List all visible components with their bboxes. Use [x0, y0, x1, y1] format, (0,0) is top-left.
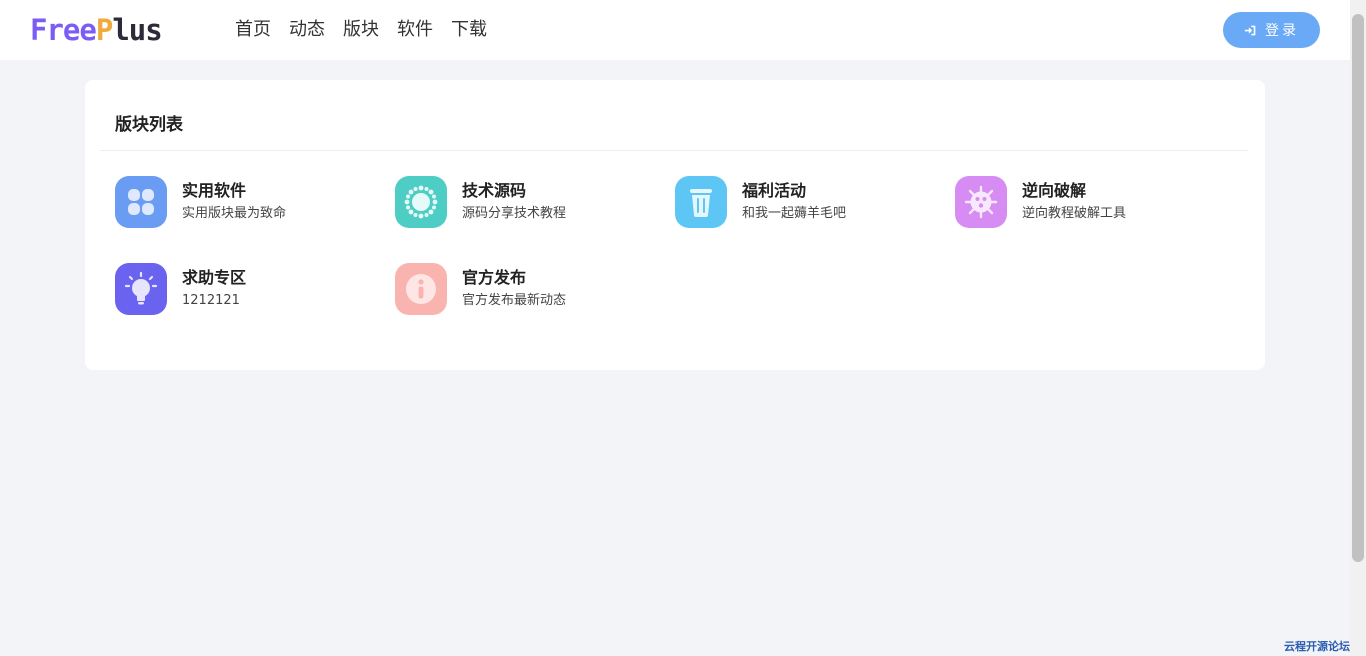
sign-in-icon — [1244, 24, 1257, 37]
forum-name[interactable]: 技术源码 — [462, 180, 566, 202]
forum-name[interactable]: 官方发布 — [462, 267, 566, 289]
nav-item-software[interactable]: 软件 — [397, 18, 433, 42]
nav-item-feed[interactable]: 动态 — [289, 18, 325, 42]
section-title: 版块列表 — [115, 115, 183, 135]
forum-name[interactable]: 实用软件 — [182, 180, 286, 202]
virus-icon — [955, 176, 1007, 228]
top-navbar: Free Plus 首页 动态 版块 软件 下载 登录 — [0, 0, 1350, 60]
forum-desc: 官方发布最新动态 — [462, 293, 567, 308]
forum-list-card: 版块列表 实用软件 实用版块最为致命 技术源码 源码分享技术教程 福利活动 和我… — [85, 80, 1265, 370]
logo[interactable]: Free Plus — [30, 13, 163, 47]
nav-item-home[interactable]: 首页 — [235, 18, 271, 42]
info-icon — [395, 263, 447, 315]
forum-item-tech-source[interactable]: 技术源码 源码分享技术教程 — [395, 176, 655, 228]
forum-desc: 1212121 — [182, 293, 240, 308]
forum-item-help[interactable]: 求助专区 1212121 — [115, 263, 375, 315]
four-petal-icon — [115, 176, 167, 228]
forum-item-useful-software[interactable]: 实用软件 实用版块最为致命 — [115, 176, 375, 228]
forum-name[interactable]: 逆向破解 — [1022, 180, 1126, 202]
forum-desc: 和我一起薅羊毛吧 — [742, 206, 847, 221]
watermark: 云程开源论坛 — [1284, 640, 1350, 653]
forum-item-reverse-crack[interactable]: 逆向破解 逆向教程破解工具 — [955, 176, 1215, 228]
logo-text-part2: P — [95, 13, 113, 47]
trash-can-icon — [675, 176, 727, 228]
main-nav: 首页 动态 版块 软件 下载 — [235, 18, 505, 42]
login-label: 登录 — [1265, 23, 1299, 39]
divider — [100, 150, 1248, 151]
logo-text-part3: lus — [112, 13, 162, 47]
forum-item-welfare[interactable]: 福利活动 和我一起薅羊毛吧 — [675, 176, 935, 228]
nav-item-download[interactable]: 下载 — [451, 18, 487, 42]
scrollbar-thumb[interactable] — [1352, 14, 1364, 562]
nav-item-forums[interactable]: 版块 — [343, 18, 379, 42]
lightbulb-icon — [115, 263, 167, 315]
login-button[interactable]: 登录 — [1223, 12, 1320, 48]
logo-text-part1: Free — [30, 13, 97, 47]
forum-desc: 逆向教程破解工具 — [1022, 206, 1127, 221]
forum-desc: 实用版块最为致命 — [182, 206, 287, 221]
forum-name[interactable]: 求助专区 — [182, 267, 246, 289]
scrollbar[interactable] — [1350, 0, 1366, 656]
sun-circle-icon — [395, 176, 447, 228]
forum-desc: 源码分享技术教程 — [462, 206, 567, 221]
forum-item-official[interactable]: 官方发布 官方发布最新动态 — [395, 263, 655, 315]
forum-name[interactable]: 福利活动 — [742, 180, 846, 202]
